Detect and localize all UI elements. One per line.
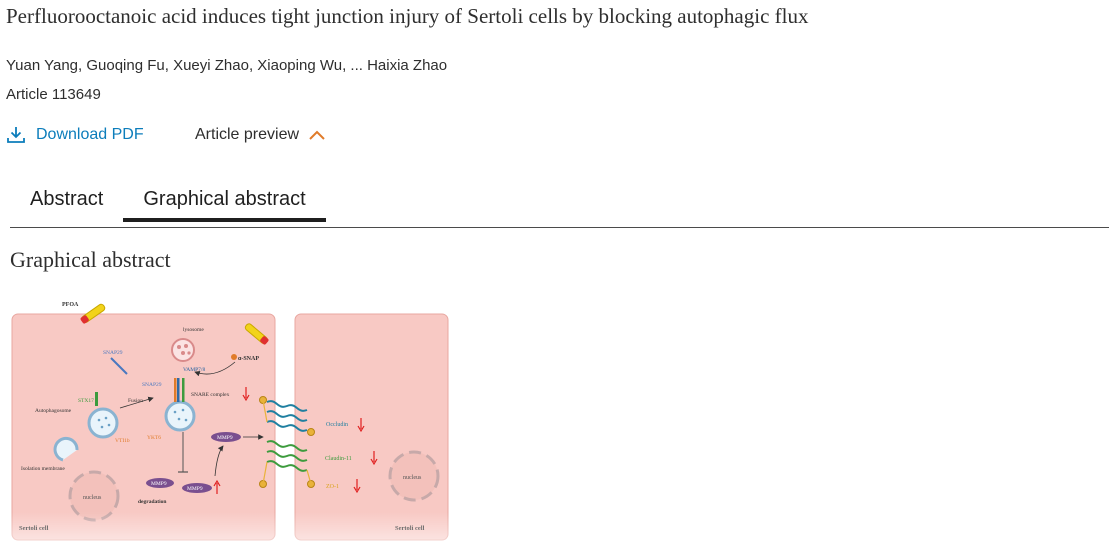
mmp9-mid-label: MMP9 (217, 435, 233, 441)
autolysosome (164, 400, 196, 432)
download-icon (7, 127, 25, 143)
tab-graphical-abstract[interactable]: Graphical abstract (123, 178, 326, 222)
chevron-up-icon (309, 130, 325, 140)
tab-abstract[interactable]: Abstract (10, 178, 123, 222)
alpha-snap-label: α-SNAP (238, 356, 259, 362)
vamp78-label: VAMP7/8 (183, 367, 205, 373)
article-authors: Yuan Yang, Guoqing Fu, Xueyi Zhao, Xiaop… (6, 57, 448, 74)
autophagosome-label: Autophagosome (35, 408, 72, 414)
abstract-tabs: Abstract Graphical abstract (10, 178, 326, 222)
tabs-divider (10, 227, 1109, 228)
ykt6-label: YKT6 (147, 435, 161, 441)
lysosome (171, 338, 195, 362)
claudin-label: Claudin-11 (325, 456, 352, 462)
mmp9-a-label: MMP9 (151, 481, 167, 487)
article-preview-label: Article preview (195, 126, 300, 143)
snare-complex-label: SNARE complex (191, 392, 230, 398)
graphical-abstract-figure: PFOA α-SNAP lysosome VAMP7/8 SNAP29 SNAP… (11, 302, 449, 541)
snap29-mid-label: SNAP29 (142, 382, 162, 388)
lysosome-label: lysosome (183, 327, 204, 333)
zo1-label: ZO-1 (326, 484, 339, 490)
snap29-top-label: SNAP29 (103, 350, 123, 356)
degradation-label: degradation (138, 499, 166, 505)
nucleus-left-label: nucleus (83, 495, 102, 501)
occludin-label: Occludin (326, 422, 348, 428)
pfoa-label: PFOA (62, 302, 79, 308)
section-title: Graphical abstract (10, 247, 171, 272)
autophagosome (87, 407, 119, 439)
stx17-label: STX17 (78, 398, 94, 404)
article-preview-toggle[interactable]: Article preview (195, 126, 327, 144)
sertoli-right-label: Sertoli cell (395, 525, 425, 532)
download-pdf-button[interactable]: Download PDF (6, 126, 144, 144)
nucleus-right-label: nucleus (403, 475, 422, 481)
alpha-snap-dot (231, 354, 237, 360)
left-sertoli-cell (11, 313, 276, 541)
article-title[interactable]: Perfluorooctanoic acid induces tight jun… (6, 4, 808, 29)
mmp9-b-label: MMP9 (187, 486, 203, 492)
article-id: Article 113649 (6, 86, 101, 103)
isolation-membrane-label: Isolation membrane (21, 466, 65, 472)
sertoli-left-label: Sertoli cell (19, 525, 49, 532)
download-pdf-label: Download PDF (36, 126, 144, 143)
vti1b-label: VTI1b (115, 438, 130, 444)
right-sertoli-cell (294, 313, 449, 541)
